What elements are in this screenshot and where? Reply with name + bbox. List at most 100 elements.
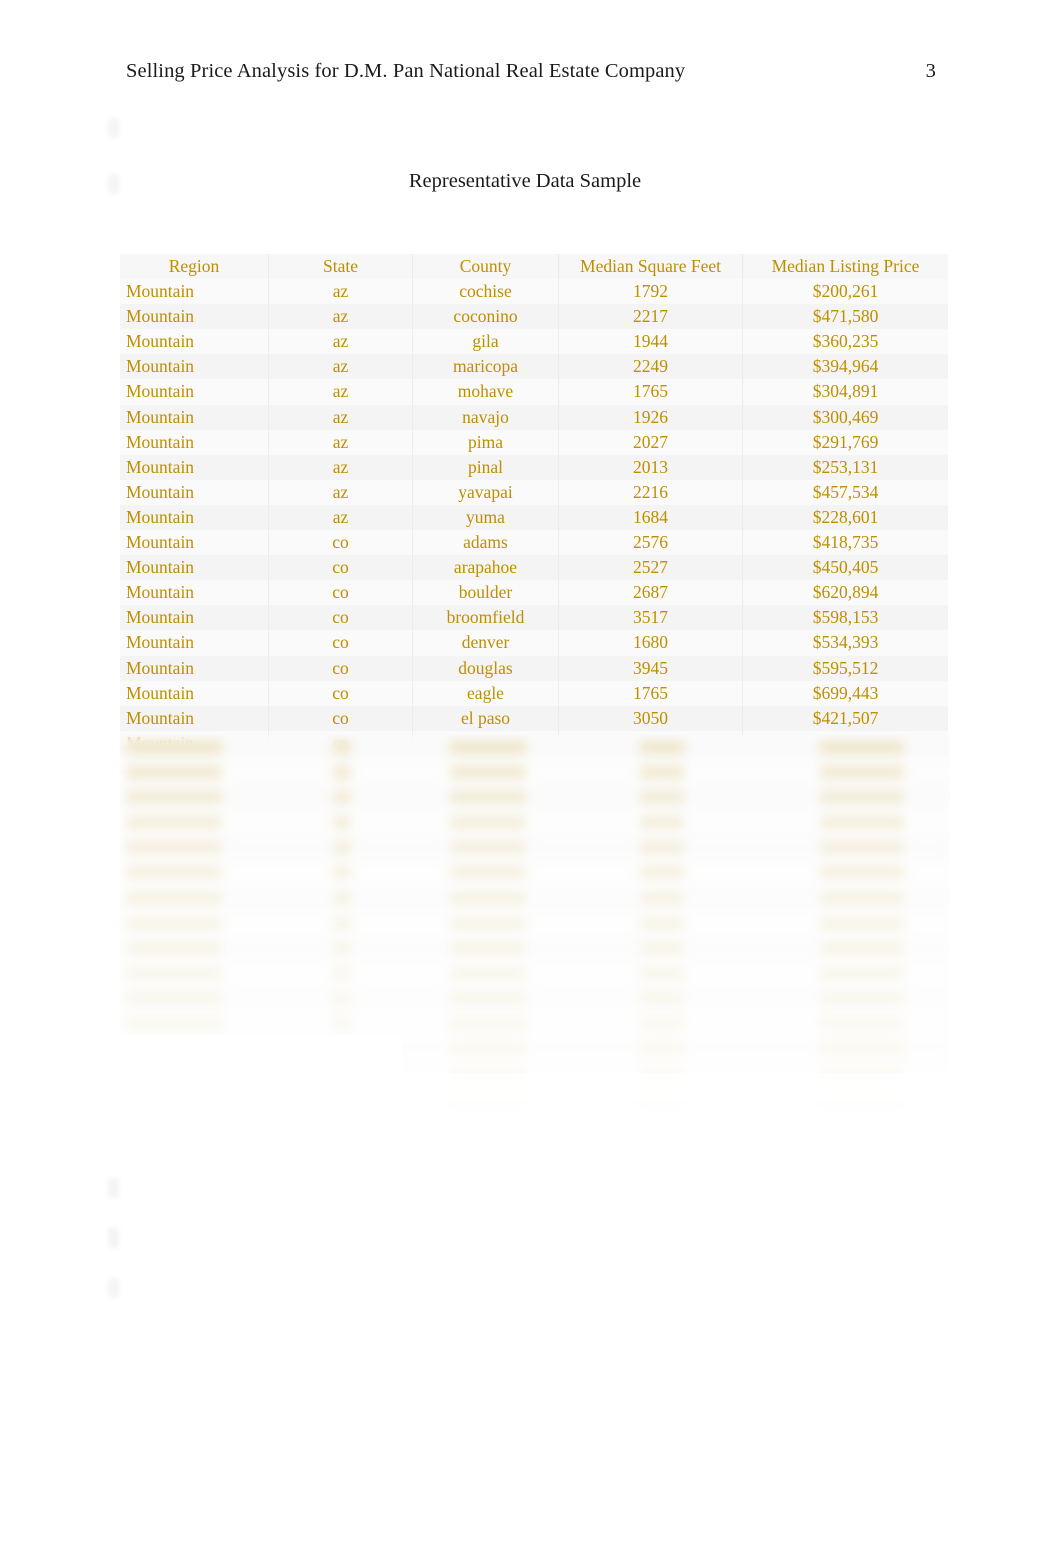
cell-county: mohave <box>413 379 558 405</box>
cell-price: $394,964 <box>743 354 948 380</box>
cell-state: az <box>268 454 413 480</box>
table-row: Mountain co eagle 1765 $699,443 <box>120 680 948 706</box>
cell-region: Mountain <box>120 655 268 681</box>
column-header-region: Region <box>120 254 268 280</box>
cell-county: broomfield <box>413 605 558 631</box>
cell-region: Mountain <box>120 329 268 355</box>
cell-sqft: 2216 <box>558 479 743 505</box>
cell-county: el paso <box>413 705 558 731</box>
table-row: Mountain az navajo 1926 $300,469 <box>120 404 948 430</box>
cell-state: az <box>268 354 413 380</box>
cell-sqft: 2249 <box>558 354 743 380</box>
cell-county: boulder <box>413 580 558 606</box>
column-header-price: Median Listing Price <box>743 254 948 280</box>
cell-county: yuma <box>413 504 558 531</box>
cell-region: Mountain <box>120 454 268 480</box>
cell-region: Mountain <box>120 279 268 305</box>
cell-state: co <box>268 530 413 556</box>
cell-sqft: 2013 <box>558 454 743 480</box>
cell-county: coconino <box>413 304 558 330</box>
cell-region: Mountain <box>120 555 268 581</box>
faded-region-left-cut <box>120 1035 402 1140</box>
cell-sqft <box>558 730 743 756</box>
representative-data-table: Region State County Median Square Feet M… <box>120 254 948 756</box>
cell-state: co <box>268 655 413 681</box>
cell-county: pima <box>413 429 558 455</box>
table-row: Mountain co arapahoe 2527 $450,405 <box>120 555 948 581</box>
cell-state: co <box>268 605 413 631</box>
cell-county: douglas <box>413 655 558 681</box>
cell-county: adams <box>413 530 558 556</box>
table-row-partial: Mountain co <box>120 730 948 756</box>
cell-state: co <box>268 580 413 606</box>
table-row: Mountain az pinal 2013 $253,131 <box>120 454 948 480</box>
cell-region: Mountain <box>120 354 268 380</box>
cell-state: az <box>268 429 413 455</box>
cell-price: $418,735 <box>743 530 948 556</box>
cell-state: co <box>268 705 413 731</box>
cell-price: $620,894 <box>743 580 948 606</box>
cell-state: az <box>268 304 413 330</box>
section-title: Representative Data Sample <box>0 170 1062 193</box>
table-row: Mountain az yuma 1684 $228,601 <box>120 504 948 531</box>
table-row: Mountain co douglas 3945 $595,512 <box>120 655 948 681</box>
cell-sqft: 1926 <box>558 404 743 430</box>
cell-price: $300,469 <box>743 404 948 430</box>
cell-sqft: 1765 <box>558 680 743 706</box>
cell-county: maricopa <box>413 354 558 380</box>
cell-price: $598,153 <box>743 605 948 631</box>
table-row: Mountain co broomfield 3517 $598,153 <box>120 605 948 631</box>
cell-region: Mountain <box>120 530 268 556</box>
cell-price: $200,261 <box>743 279 948 305</box>
table-row: Mountain az cochise 1792 $200,261 <box>120 279 948 305</box>
cell-price: $228,601 <box>743 504 948 531</box>
cell-state: az <box>268 504 413 531</box>
cell-region: Mountain <box>120 630 268 656</box>
cell-sqft: 1944 <box>558 329 743 355</box>
cell-county: yavapai <box>413 479 558 505</box>
cell-price <box>743 730 948 756</box>
cell-region: Mountain <box>120 504 268 531</box>
table-row: Mountain co el paso 3050 $421,507 <box>120 705 948 731</box>
cell-county: arapahoe <box>413 555 558 581</box>
cell-sqft: 2027 <box>558 429 743 455</box>
table-row: Mountain az coconino 2217 $471,580 <box>120 304 948 330</box>
cell-price: $253,131 <box>743 454 948 480</box>
cell-state: co <box>268 630 413 656</box>
column-header-sqft: Median Square Feet <box>558 254 743 280</box>
cell-sqft: 3945 <box>558 655 743 681</box>
cell-sqft: 3050 <box>558 705 743 731</box>
table-row: Mountain co adams 2576 $418,735 <box>120 530 948 556</box>
cell-sqft: 2527 <box>558 555 743 581</box>
faded-table-continuation <box>120 735 950 1140</box>
cell-region: Mountain <box>120 580 268 606</box>
cell-county: gila <box>413 329 558 355</box>
cell-price: $534,393 <box>743 630 948 656</box>
cell-price: $421,507 <box>743 705 948 731</box>
cell-county: navajo <box>413 404 558 430</box>
cell-region: Mountain <box>120 680 268 706</box>
document-header: Selling Price Analysis for D.M. Pan Nati… <box>126 60 936 83</box>
cell-sqft: 2576 <box>558 530 743 556</box>
cell-region: Mountain <box>120 479 268 505</box>
table-row: Mountain co boulder 2687 $620,894 <box>120 580 948 606</box>
cell-county: eagle <box>413 680 558 706</box>
cell-price: $471,580 <box>743 304 948 330</box>
cell-state: co <box>268 555 413 581</box>
table-row: Mountain az pima 2027 $291,769 <box>120 429 948 455</box>
cell-region: Mountain <box>120 404 268 430</box>
cell-sqft: 2687 <box>558 580 743 606</box>
cell-state: co <box>268 680 413 706</box>
cell-state: az <box>268 379 413 405</box>
cell-region: Mountain <box>120 304 268 330</box>
cell-sqft: 1792 <box>558 279 743 305</box>
table-row: Mountain az mohave 1765 $304,891 <box>120 379 948 405</box>
faded-rows <box>120 735 950 1140</box>
cell-price: $304,891 <box>743 379 948 405</box>
cell-state: az <box>268 479 413 505</box>
cell-region: Mountain <box>120 705 268 731</box>
table-row: Mountain co denver 1680 $534,393 <box>120 630 948 656</box>
table-row: Mountain az maricopa 2249 $394,964 <box>120 354 948 380</box>
data-table-container: Region State County Median Square Feet M… <box>120 254 948 756</box>
cell-county <box>413 730 558 756</box>
